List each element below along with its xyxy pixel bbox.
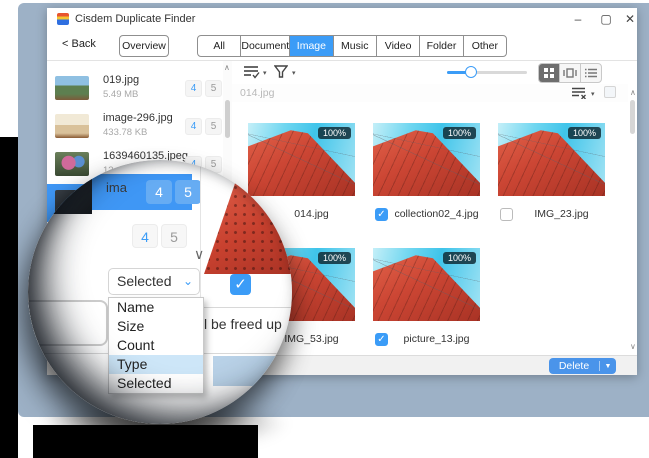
grid-view-button[interactable] bbox=[539, 64, 560, 82]
zoomed-checkbox-checked[interactable] bbox=[230, 274, 251, 295]
zoomed-backdrop-strip bbox=[213, 356, 292, 386]
group-select-checkbox[interactable] bbox=[604, 86, 616, 98]
group-deselect-list-icon[interactable] bbox=[572, 87, 588, 99]
file-label-img23: IMG_23.jpg bbox=[518, 208, 605, 220]
back-button[interactable]: < Back bbox=[62, 38, 96, 50]
window-title: Cisdem Duplicate Finder bbox=[75, 13, 195, 25]
carousel-view-button[interactable] bbox=[560, 64, 581, 82]
file-name: 019.jpg bbox=[103, 74, 139, 86]
file-size: 5.49 MB bbox=[103, 89, 138, 100]
main-scroll-down-icon[interactable]: ∨ bbox=[630, 342, 636, 351]
delete-button[interactable]: Delete ▼ bbox=[549, 358, 616, 374]
tab-other[interactable]: Other bbox=[464, 36, 506, 56]
zoomed-badge-left-selected[interactable]: 4 bbox=[146, 180, 172, 204]
list-view-button[interactable] bbox=[581, 64, 601, 82]
filter-dropdown-icon[interactable]: ▾ bbox=[292, 69, 296, 77]
filter-icon[interactable] bbox=[274, 65, 288, 79]
file-size: 433.78 KB bbox=[103, 127, 147, 138]
tab-image[interactable]: Image bbox=[290, 36, 333, 56]
maximize-button[interactable]: ▢ bbox=[598, 11, 614, 27]
zoomed-sort-dropdown-value: Selected bbox=[117, 273, 171, 289]
duplicate-image-collection02[interactable]: 100% bbox=[373, 123, 480, 196]
badge-count-right[interactable]: 5 bbox=[205, 118, 222, 135]
toolbar: < Back Overview All Document Image Music… bbox=[47, 30, 637, 61]
magnifier-circle: 4 5 ima 4 5 ∨ 2.99 GB of st l be freed u… bbox=[28, 160, 292, 424]
main-scroll-up-icon[interactable]: ∧ bbox=[630, 88, 636, 97]
zoomed-storage-text-right: l be freed up bbox=[204, 316, 282, 332]
zoomed-sort-dropdown[interactable]: Selected ⌄ bbox=[108, 268, 200, 295]
zoomed-bridge-photo-fragment bbox=[204, 174, 292, 274]
zoomed-row-label: ima bbox=[106, 180, 127, 195]
sidebar-scroll-up-icon[interactable]: ∧ bbox=[224, 63, 230, 72]
tab-folder[interactable]: Folder bbox=[420, 36, 463, 56]
delete-dropdown-icon[interactable]: ▼ bbox=[600, 363, 616, 370]
match-percent-badge: 100% bbox=[443, 127, 476, 139]
title-bar: Cisdem Duplicate Finder – ▢ ✕ bbox=[47, 8, 637, 30]
thumbnail-image296 bbox=[55, 114, 89, 138]
match-percent-badge: 100% bbox=[443, 252, 476, 264]
select-list-dropdown-icon[interactable]: ▾ bbox=[263, 69, 267, 77]
tab-music[interactable]: Music bbox=[334, 36, 377, 56]
zoomed-dark-thumbnail bbox=[28, 168, 92, 214]
tab-document[interactable]: Document bbox=[241, 36, 290, 56]
badge-count-left[interactable]: 4 bbox=[185, 118, 202, 135]
badge-count-left[interactable]: 4 bbox=[185, 80, 202, 97]
menu-item-selected[interactable]: Selected bbox=[109, 374, 203, 393]
checkbox-img23[interactable] bbox=[500, 208, 513, 221]
thumbnail-zoom-slider-thumb[interactable] bbox=[465, 66, 477, 78]
zoomed-search-input[interactable] bbox=[28, 300, 108, 346]
checkbox-collection02[interactable] bbox=[375, 208, 388, 221]
file-label-picture13: picture_13.jpg bbox=[393, 333, 480, 345]
zoomed-badge-right[interactable]: 5 bbox=[161, 224, 187, 248]
group-name: 014.jpg bbox=[240, 87, 274, 99]
file-label-collection02: collection02_4.jpg bbox=[393, 208, 480, 220]
file-name: image-296.jpg bbox=[103, 112, 173, 124]
marketing-canvas: Cisdem Duplicate Finder – ▢ ✕ < Back Ove… bbox=[0, 0, 649, 458]
zoomed-badge-right-selected[interactable]: 5 bbox=[175, 180, 201, 204]
backdrop-black-column bbox=[0, 137, 18, 458]
duplicate-image-picture13[interactable]: 100% bbox=[373, 248, 480, 321]
menu-item-name[interactable]: Name bbox=[109, 298, 203, 317]
chevron-down-icon: ⌄ bbox=[183, 269, 193, 294]
tab-video[interactable]: Video bbox=[377, 36, 420, 56]
checkbox-picture13[interactable] bbox=[375, 333, 388, 346]
menu-item-type[interactable]: Type bbox=[109, 355, 203, 374]
group-actions-dropdown-icon[interactable]: ▾ bbox=[591, 90, 595, 98]
select-list-icon[interactable] bbox=[243, 65, 261, 79]
sidebar-row-019[interactable]: 019.jpg 5.49 MB 4 5 bbox=[47, 70, 223, 108]
match-percent-badge: 100% bbox=[568, 127, 601, 139]
zoomed-badge-left[interactable]: 4 bbox=[132, 224, 158, 248]
main-scrollbar-thumb[interactable] bbox=[630, 100, 635, 134]
match-percent-badge: 100% bbox=[318, 127, 351, 139]
zoomed-scroll-down-icon[interactable]: ∨ bbox=[194, 246, 204, 263]
minimize-button[interactable]: – bbox=[570, 11, 586, 27]
zoomed-sort-menu: Name Size Count Type Selected bbox=[108, 297, 204, 394]
app-icon bbox=[57, 13, 69, 25]
view-mode-switcher bbox=[538, 63, 602, 83]
thumbnail-019 bbox=[55, 76, 89, 100]
badge-count-right[interactable]: 5 bbox=[205, 80, 222, 97]
sidebar-scrollbar-thumb[interactable] bbox=[225, 100, 230, 138]
group-header: 014.jpg ▾ bbox=[232, 84, 628, 102]
category-tabs: All Document Image Music Video Folder Ot… bbox=[197, 35, 507, 57]
duplicate-image-img23[interactable]: 100% bbox=[498, 123, 605, 196]
close-button[interactable]: ✕ bbox=[622, 11, 638, 27]
menu-item-count[interactable]: Count bbox=[109, 336, 203, 355]
zoomed-sidebar-divider bbox=[200, 160, 201, 302]
match-percent-badge: 100% bbox=[318, 252, 351, 264]
menu-item-size[interactable]: Size bbox=[109, 317, 203, 336]
tab-all[interactable]: All bbox=[198, 36, 241, 56]
delete-button-label: Delete bbox=[549, 360, 599, 372]
sidebar-row-image296[interactable]: image-296.jpg 433.78 KB 4 5 bbox=[47, 108, 223, 146]
overview-button[interactable]: Overview bbox=[119, 35, 169, 57]
